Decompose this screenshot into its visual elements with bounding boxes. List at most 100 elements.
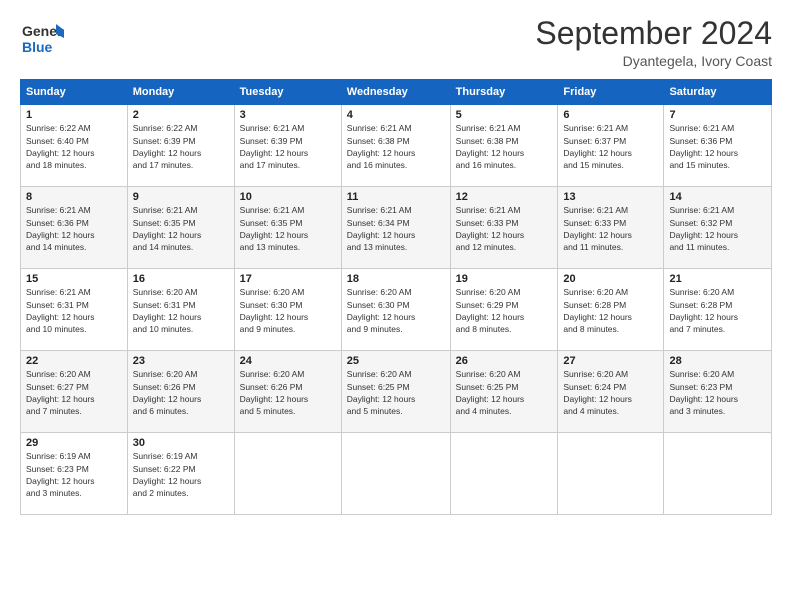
table-row: 24Sunrise: 6:20 AM Sunset: 6:26 PM Dayli… [234,351,341,433]
title-block: September 2024 Dyantegela, Ivory Coast [535,16,772,69]
col-thursday: Thursday [450,80,558,105]
calendar-week-row: 8Sunrise: 6:21 AM Sunset: 6:36 PM Daylig… [21,187,772,269]
table-row: 3Sunrise: 6:21 AM Sunset: 6:39 PM Daylig… [234,105,341,187]
day-info: Sunrise: 6:20 AM Sunset: 6:29 PM Dayligh… [456,286,553,335]
day-number: 22 [26,355,122,367]
table-row: 8Sunrise: 6:21 AM Sunset: 6:36 PM Daylig… [21,187,128,269]
day-info: Sunrise: 6:21 AM Sunset: 6:33 PM Dayligh… [456,204,553,253]
table-row: 10Sunrise: 6:21 AM Sunset: 6:35 PM Dayli… [234,187,341,269]
day-number: 21 [669,273,766,285]
day-info: Sunrise: 6:21 AM Sunset: 6:31 PM Dayligh… [26,286,122,335]
day-number: 25 [347,355,445,367]
day-info: Sunrise: 6:20 AM Sunset: 6:25 PM Dayligh… [347,368,445,417]
day-info: Sunrise: 6:20 AM Sunset: 6:30 PM Dayligh… [347,286,445,335]
table-row: 5Sunrise: 6:21 AM Sunset: 6:38 PM Daylig… [450,105,558,187]
day-number: 9 [133,191,229,203]
table-row: 27Sunrise: 6:20 AM Sunset: 6:24 PM Dayli… [558,351,664,433]
table-row: 18Sunrise: 6:20 AM Sunset: 6:30 PM Dayli… [341,269,450,351]
calendar-week-row: 22Sunrise: 6:20 AM Sunset: 6:27 PM Dayli… [21,351,772,433]
day-number: 17 [240,273,336,285]
day-number: 20 [563,273,658,285]
table-row: 25Sunrise: 6:20 AM Sunset: 6:25 PM Dayli… [341,351,450,433]
day-info: Sunrise: 6:21 AM Sunset: 6:38 PM Dayligh… [347,122,445,171]
day-number: 7 [669,109,766,121]
col-wednesday: Wednesday [341,80,450,105]
day-number: 26 [456,355,553,367]
table-row: 22Sunrise: 6:20 AM Sunset: 6:27 PM Dayli… [21,351,128,433]
day-info: Sunrise: 6:21 AM Sunset: 6:36 PM Dayligh… [669,122,766,171]
day-number: 23 [133,355,229,367]
table-row: 14Sunrise: 6:21 AM Sunset: 6:32 PM Dayli… [664,187,772,269]
table-row: 4Sunrise: 6:21 AM Sunset: 6:38 PM Daylig… [341,105,450,187]
svg-text:Blue: Blue [22,39,53,55]
table-row: 19Sunrise: 6:20 AM Sunset: 6:29 PM Dayli… [450,269,558,351]
table-row: 30Sunrise: 6:19 AM Sunset: 6:22 PM Dayli… [127,433,234,515]
table-row: 1Sunrise: 6:22 AM Sunset: 6:40 PM Daylig… [21,105,128,187]
table-row: 15Sunrise: 6:21 AM Sunset: 6:31 PM Dayli… [21,269,128,351]
calendar-week-row: 15Sunrise: 6:21 AM Sunset: 6:31 PM Dayli… [21,269,772,351]
day-number: 24 [240,355,336,367]
day-number: 11 [347,191,445,203]
table-row: 23Sunrise: 6:20 AM Sunset: 6:26 PM Dayli… [127,351,234,433]
day-info: Sunrise: 6:21 AM Sunset: 6:32 PM Dayligh… [669,204,766,253]
table-row [664,433,772,515]
day-info: Sunrise: 6:21 AM Sunset: 6:33 PM Dayligh… [563,204,658,253]
day-number: 10 [240,191,336,203]
day-number: 27 [563,355,658,367]
day-info: Sunrise: 6:21 AM Sunset: 6:34 PM Dayligh… [347,204,445,253]
day-number: 14 [669,191,766,203]
table-row: 26Sunrise: 6:20 AM Sunset: 6:25 PM Dayli… [450,351,558,433]
day-number: 1 [26,109,122,121]
day-info: Sunrise: 6:21 AM Sunset: 6:35 PM Dayligh… [133,204,229,253]
day-number: 19 [456,273,553,285]
table-row: 7Sunrise: 6:21 AM Sunset: 6:36 PM Daylig… [664,105,772,187]
table-row: 16Sunrise: 6:20 AM Sunset: 6:31 PM Dayli… [127,269,234,351]
day-number: 8 [26,191,122,203]
day-number: 5 [456,109,553,121]
table-row [558,433,664,515]
table-row: 17Sunrise: 6:20 AM Sunset: 6:30 PM Dayli… [234,269,341,351]
day-number: 18 [347,273,445,285]
day-info: Sunrise: 6:19 AM Sunset: 6:22 PM Dayligh… [133,450,229,499]
day-number: 3 [240,109,336,121]
day-info: Sunrise: 6:21 AM Sunset: 6:38 PM Dayligh… [456,122,553,171]
table-row: 6Sunrise: 6:21 AM Sunset: 6:37 PM Daylig… [558,105,664,187]
location-title: Dyantegela, Ivory Coast [535,53,772,69]
day-number: 30 [133,437,229,449]
day-info: Sunrise: 6:20 AM Sunset: 6:23 PM Dayligh… [669,368,766,417]
col-saturday: Saturday [664,80,772,105]
table-row: 9Sunrise: 6:21 AM Sunset: 6:35 PM Daylig… [127,187,234,269]
col-sunday: Sunday [21,80,128,105]
day-info: Sunrise: 6:19 AM Sunset: 6:23 PM Dayligh… [26,450,122,499]
logo: General Blue [20,16,64,60]
month-title: September 2024 [535,16,772,51]
calendar-week-row: 1Sunrise: 6:22 AM Sunset: 6:40 PM Daylig… [21,105,772,187]
table-row: 28Sunrise: 6:20 AM Sunset: 6:23 PM Dayli… [664,351,772,433]
col-monday: Monday [127,80,234,105]
day-info: Sunrise: 6:20 AM Sunset: 6:28 PM Dayligh… [669,286,766,335]
day-number: 28 [669,355,766,367]
day-info: Sunrise: 6:20 AM Sunset: 6:25 PM Dayligh… [456,368,553,417]
day-info: Sunrise: 6:21 AM Sunset: 6:35 PM Dayligh… [240,204,336,253]
day-number: 2 [133,109,229,121]
day-number: 6 [563,109,658,121]
day-info: Sunrise: 6:20 AM Sunset: 6:26 PM Dayligh… [240,368,336,417]
table-row: 12Sunrise: 6:21 AM Sunset: 6:33 PM Dayli… [450,187,558,269]
day-info: Sunrise: 6:20 AM Sunset: 6:30 PM Dayligh… [240,286,336,335]
day-info: Sunrise: 6:20 AM Sunset: 6:26 PM Dayligh… [133,368,229,417]
table-row: 2Sunrise: 6:22 AM Sunset: 6:39 PM Daylig… [127,105,234,187]
table-row: 21Sunrise: 6:20 AM Sunset: 6:28 PM Dayli… [664,269,772,351]
day-info: Sunrise: 6:21 AM Sunset: 6:37 PM Dayligh… [563,122,658,171]
day-info: Sunrise: 6:20 AM Sunset: 6:31 PM Dayligh… [133,286,229,335]
table-row [234,433,341,515]
day-number: 4 [347,109,445,121]
day-info: Sunrise: 6:20 AM Sunset: 6:24 PM Dayligh… [563,368,658,417]
day-info: Sunrise: 6:20 AM Sunset: 6:27 PM Dayligh… [26,368,122,417]
day-info: Sunrise: 6:21 AM Sunset: 6:36 PM Dayligh… [26,204,122,253]
calendar-week-row: 29Sunrise: 6:19 AM Sunset: 6:23 PM Dayli… [21,433,772,515]
table-row: 29Sunrise: 6:19 AM Sunset: 6:23 PM Dayli… [21,433,128,515]
day-number: 15 [26,273,122,285]
calendar: Sunday Monday Tuesday Wednesday Thursday… [20,79,772,515]
calendar-header-row: Sunday Monday Tuesday Wednesday Thursday… [21,80,772,105]
table-row: 20Sunrise: 6:20 AM Sunset: 6:28 PM Dayli… [558,269,664,351]
